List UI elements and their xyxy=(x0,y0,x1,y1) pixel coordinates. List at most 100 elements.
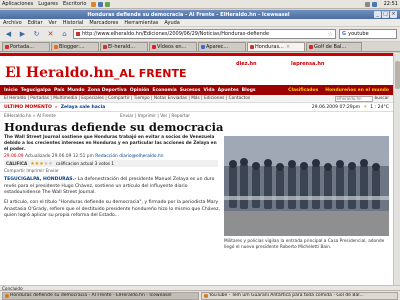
tab-label: Vídeos en... xyxy=(157,44,187,50)
tab-videos[interactable]: Vídeos en... xyxy=(149,42,197,51)
taskbar-label: YouTube - Tem um Guarani Antártica para … xyxy=(209,293,364,298)
share-tools[interactable]: Compartir Imprimir Enviar xyxy=(4,168,59,173)
scrollbar-thumb[interactable] xyxy=(395,61,400,89)
nav-tegucigalpa[interactable]: Tegucigalpa xyxy=(21,88,51,93)
nav-sucesos[interactable]: Sucesos xyxy=(180,88,201,93)
diez-link[interactable]: diez.hn xyxy=(236,61,257,67)
taskbar-item-honduras[interactable]: Honduras defiende su democracia - Al Fre… xyxy=(2,291,199,300)
subnav-links[interactable]: El Heraldo | Portadas | Multimedia | Esp… xyxy=(4,96,250,101)
close-icon[interactable]: × xyxy=(390,11,397,18)
rating-label: CALIFICA xyxy=(6,161,28,166)
places-menu[interactable]: Lugares xyxy=(38,1,58,7)
nav-blogs[interactable]: Blogs xyxy=(242,88,256,93)
rating-text: calificacion actual 3 votos 1 xyxy=(55,161,115,166)
nav-inicio[interactable]: Inicio xyxy=(4,88,18,93)
taskbar-item-youtube[interactable]: YouTube - Tem um Guarani Antártica para … xyxy=(201,291,398,300)
tab-aparec[interactable]: Aparec... xyxy=(198,42,246,51)
taskbar-label: Honduras defiende su democracia - Al Fre… xyxy=(10,293,172,298)
tab-strip: Portada... Blogger:... El-herald... Víde… xyxy=(0,42,400,52)
desktop-menu[interactable]: Escritorio xyxy=(63,1,86,7)
back-icon[interactable]: ◀ xyxy=(3,29,14,40)
menu-herramientas[interactable]: Herramientas xyxy=(124,20,158,26)
tab-label: El-herald... xyxy=(108,44,136,50)
nav-opinion[interactable]: Opinión xyxy=(130,88,150,93)
maximize-icon[interactable]: □ xyxy=(382,11,389,18)
nav-vida[interactable]: Vida xyxy=(203,88,214,93)
applications-label: Aplicaciones xyxy=(2,1,34,7)
weather-icon: ☀ xyxy=(363,104,368,110)
stop-icon[interactable]: ✕ xyxy=(45,29,56,40)
forward-icon[interactable]: ▶ xyxy=(17,29,28,40)
search-bar[interactable]: G youtube xyxy=(339,29,397,39)
url-text: http://www.elheraldo.hn/Ediciones/2009/0… xyxy=(82,31,270,37)
menu-ayuda[interactable]: Ayuda xyxy=(164,20,179,26)
menu-historial[interactable]: Historial xyxy=(63,20,84,26)
nav-clasificados[interactable]: Clasificados xyxy=(288,88,318,93)
tab-honduras-active[interactable]: Honduras... × xyxy=(247,42,305,51)
nav-economia[interactable]: Economía xyxy=(152,88,176,93)
nav-zona-deportiva[interactable]: Zona Deportiva xyxy=(88,88,127,93)
article-photo[interactable] xyxy=(224,136,389,236)
tab-favicon-icon xyxy=(309,45,313,49)
browser-launcher-icon[interactable] xyxy=(91,1,97,7)
page-scrollbar[interactable] xyxy=(393,53,400,285)
window-controls: _ □ × xyxy=(374,11,397,18)
tab-close-icon[interactable]: × xyxy=(286,44,290,50)
desktop-label: Escritorio xyxy=(62,1,87,7)
tab-blogger[interactable]: Blogger:... xyxy=(51,42,99,51)
navigation-toolbar: ◀ ▶ ↻ ✕ ⌂ http://www.elheraldo.hn/Edicio… xyxy=(0,27,400,42)
tab-label: Aparec... xyxy=(206,44,229,50)
dateline-updated: Actualizado 29.06.09 12:51 pm xyxy=(24,154,94,159)
star-icon[interactable]: ★ xyxy=(48,161,52,167)
nav-apuntes[interactable]: Apuntes xyxy=(218,88,239,93)
menu-marcadores[interactable]: Marcadores xyxy=(89,20,118,26)
bookmark-star-icon[interactable]: ☆ xyxy=(328,31,333,38)
site-search-button[interactable]: buscar xyxy=(375,96,389,101)
ticker-label: ULTIMO MOMENTO xyxy=(4,104,52,110)
article-body: TEGUCIGALPA, HONDURAS.- La defenestració… xyxy=(4,177,222,223)
home-icon[interactable]: ⌂ xyxy=(59,29,70,40)
launcher-icons xyxy=(91,1,111,7)
dateline-source[interactable]: Redacción diario@elheraldo.hn xyxy=(95,154,163,159)
tab-elheraldo[interactable]: El-herald... xyxy=(100,42,148,51)
article-headline: Honduras defiende su democracia xyxy=(4,120,224,134)
tab-golf[interactable]: Golf de Bal... xyxy=(306,42,362,51)
nav-mundo[interactable]: Mundo xyxy=(67,88,84,93)
menu-ver[interactable]: Ver xyxy=(49,20,57,26)
ticker-headline[interactable]: Zelaya sale hacia xyxy=(61,105,106,110)
applications-menu[interactable]: Aplicaciones xyxy=(2,1,33,7)
network-icon[interactable] xyxy=(364,1,370,7)
help-launcher-icon[interactable] xyxy=(105,1,111,7)
menu-archivo[interactable]: Archivo xyxy=(3,20,22,26)
search-engine-icon[interactable]: G xyxy=(342,31,346,37)
top-panel: Aplicaciones Lugares Escritorio 22:51 xyxy=(0,0,400,9)
tab-label: Blogger:... xyxy=(59,44,85,50)
site-logo[interactable]: El Heraldo.hn_AL FRENTE xyxy=(5,65,186,81)
site-search-input[interactable]: elheraldo.hn xyxy=(334,95,373,102)
photo-caption: Militares y policías vigilan la entrada … xyxy=(224,239,385,250)
iceweasel-icon xyxy=(204,293,208,298)
sub-nav: El Heraldo | Portadas | Multimedia | Esp… xyxy=(0,95,393,103)
article-paragraph: TEGUCIGALPA, HONDURAS.- La defenestració… xyxy=(4,177,222,197)
rating-stars[interactable]: ★★★★★ xyxy=(30,161,52,167)
tab-label: Honduras... xyxy=(255,44,284,50)
mail-launcher-icon[interactable] xyxy=(98,1,104,7)
paragraph-text: El artículo, con el título "Honduras def… xyxy=(4,199,220,219)
reload-icon[interactable]: ↻ xyxy=(31,29,42,40)
breaking-news-ticker: ULTIMO MOMENTO » Zelaya sale hacia 29.06… xyxy=(0,103,393,112)
window-titlebar[interactable]: Honduras defiende su democracia - Al Fre… xyxy=(0,10,400,19)
address-bar[interactable]: http://www.elheraldo.hn/Ediciones/2009/0… xyxy=(73,29,336,39)
logo-hn: .hn xyxy=(88,65,114,81)
tab-portada[interactable]: Portada... xyxy=(2,42,50,51)
volume-icon[interactable] xyxy=(371,1,377,7)
search-input[interactable]: youtube xyxy=(348,31,369,37)
nav-hondurenos[interactable]: Hondureños en el mundo xyxy=(325,88,389,93)
minimize-icon[interactable]: _ xyxy=(374,11,381,18)
rating-bar: CALIFICA ★★★★★ calificacion actual 3 vot… xyxy=(4,160,218,167)
menu-editar[interactable]: Editar xyxy=(28,20,43,26)
article-tools[interactable]: Enviar | Imprimir | Ver | Reportar xyxy=(120,114,190,119)
laprensa-link[interactable]: laprensa.hn xyxy=(291,61,324,67)
logo-section: _AL FRENTE xyxy=(113,67,187,80)
nav-pais[interactable]: País xyxy=(54,88,64,93)
clock[interactable]: 22:51 xyxy=(384,1,398,7)
